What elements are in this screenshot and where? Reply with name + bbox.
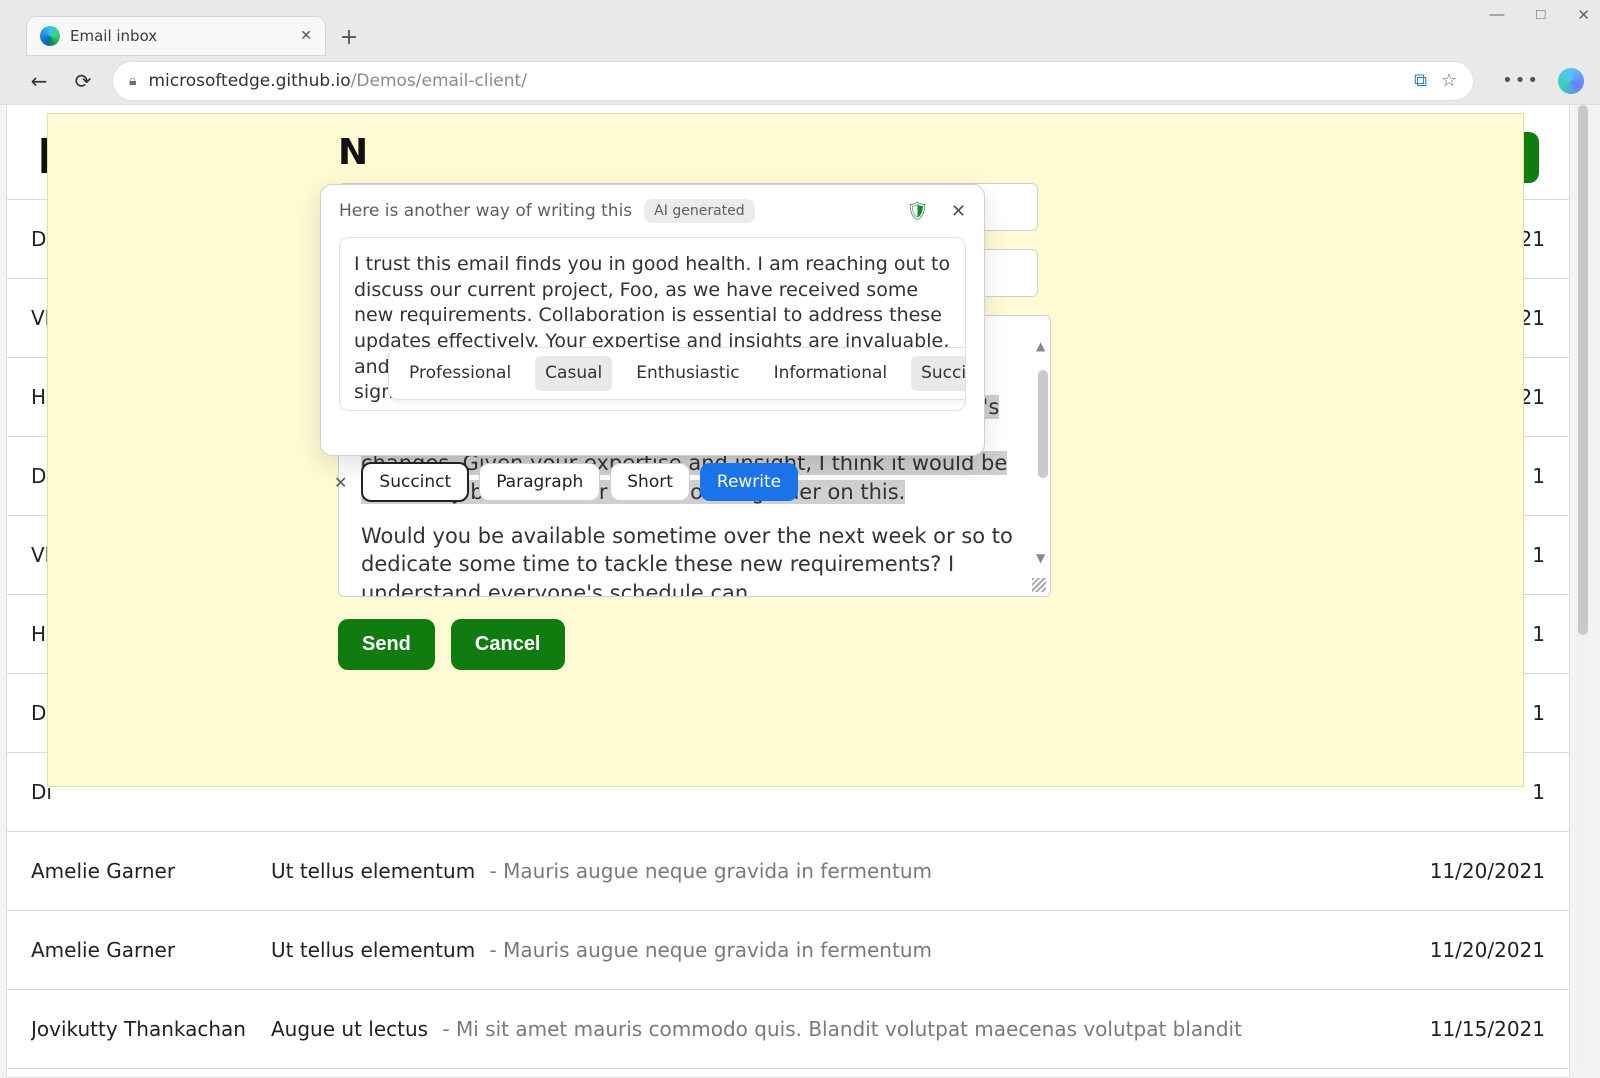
split-screen-icon[interactable]: ⧉ [1414,70,1427,91]
message-date: 11/15/2021 [1410,1017,1545,1041]
ai-generated-badge: AI generated [644,199,754,223]
browser-tab[interactable]: Email inbox ✕ [26,16,326,56]
message-sender: Amelie Garner [31,859,271,883]
textarea-resize-handle[interactable] [1032,578,1046,592]
message-sender: Amelie Garner [31,938,271,962]
rewrite-dismiss-icon[interactable]: ✕ [334,473,347,492]
rewrite-controls: ✕ Succinct Paragraph Short Rewrite [324,452,798,502]
window-close-icon[interactable]: ✕ [1577,6,1590,24]
rewrite-header: Here is another way of writing this [339,201,632,221]
scroll-thumb[interactable] [1038,370,1048,478]
tone-option-casual[interactable]: Casual [535,356,612,391]
copilot-icon[interactable] [1558,68,1584,94]
rewrite-popover: Here is another way of writing this AI g… [320,184,985,456]
compose-heading: N [338,132,1497,173]
rewrite-suggestion-box: I trust this email finds you in good hea… [339,237,966,411]
message-date: 11/20/2021 [1410,938,1545,962]
message-preview: - Mauris augue neque gravida in fermentu… [483,859,932,883]
favorite-icon[interactable]: ☆ [1441,70,1457,91]
message-row[interactable]: Amelie GarnerUt tellus elementum - Mauri… [7,911,1569,990]
settings-menu-button[interactable]: ••• [1502,70,1540,91]
privacy-shield-icon[interactable]: 🛡︎ [906,201,929,222]
message-row[interactable]: Amelie GarnerUt tellus elementum - Mauri… [7,832,1569,911]
url: microsoftedge.github.io/Demos/email-clie… [148,71,526,91]
tone-option-professional[interactable]: Professional [399,356,521,391]
scroll-down-icon[interactable]: ▼ [1036,550,1045,566]
rewrite-close-icon[interactable]: ✕ [951,201,966,222]
compose-body-rest: Would you be available sometime over the… [361,522,1028,597]
edge-logo-icon [40,26,60,46]
back-button[interactable]: ← [24,69,54,93]
message-subject: Ut tellus elementum [271,859,475,883]
tone-option-informational[interactable]: Informational [764,356,898,391]
message-row[interactable]: Jovikutty ThankachanAugue ut lectus - Mi… [7,990,1569,1069]
message-preview: - Mauris augue neque gravida in fermentu… [483,938,932,962]
tab-title: Email inbox [70,27,290,45]
scroll-up-icon[interactable]: ▲ [1036,338,1045,354]
send-button[interactable]: Send [338,619,435,670]
url-host: microsoftedge.github.io [148,71,350,91]
length-option-succinct[interactable]: Succinct [361,462,469,502]
page-scroll-thumb[interactable] [1578,105,1588,635]
tone-selector: Professional Casual Enthusiastic Informatio… [388,347,966,400]
message-sender: Jovikutty Thankachan [31,1017,271,1041]
tone-option-enthusiastic[interactable]: Enthusiastic [626,356,749,391]
window-minimize-icon[interactable]: — [1489,6,1504,24]
tab-close-icon[interactable]: ✕ [300,28,312,44]
tone-option-succinct[interactable]: Succinct [911,356,966,391]
message-subject: Augue ut lectus [271,1017,428,1041]
length-option-paragraph[interactable]: Paragraph [479,463,600,501]
editor-scrollbar[interactable]: ▲ ▼ [1038,352,1048,522]
cancel-button[interactable]: Cancel [451,619,565,670]
new-tab-button[interactable]: + [332,20,366,54]
message-preview: - Mi sit amet mauris commodo quis. Bland… [436,1017,1242,1041]
site-lock-icon[interactable]: 🔒︎ [129,73,136,89]
address-bar[interactable]: 🔒︎ microsoftedge.github.io/Demos/email-c… [112,61,1474,101]
message-date: 11/20/2021 [1410,859,1545,883]
page-scrollbar[interactable] [1576,105,1590,1068]
length-option-short[interactable]: Short [610,463,690,501]
refresh-button[interactable]: ⟳ [68,69,98,93]
browser-chrome: Email inbox ✕ + ← ⟳ 🔒︎ microsoftedge.git… [0,0,1600,105]
url-path: /Demos/email-client/ [351,71,527,91]
window-maximize-icon[interactable]: □ [1536,6,1545,24]
rewrite-button[interactable]: Rewrite [700,463,798,501]
message-subject: Ut tellus elementum [271,938,475,962]
